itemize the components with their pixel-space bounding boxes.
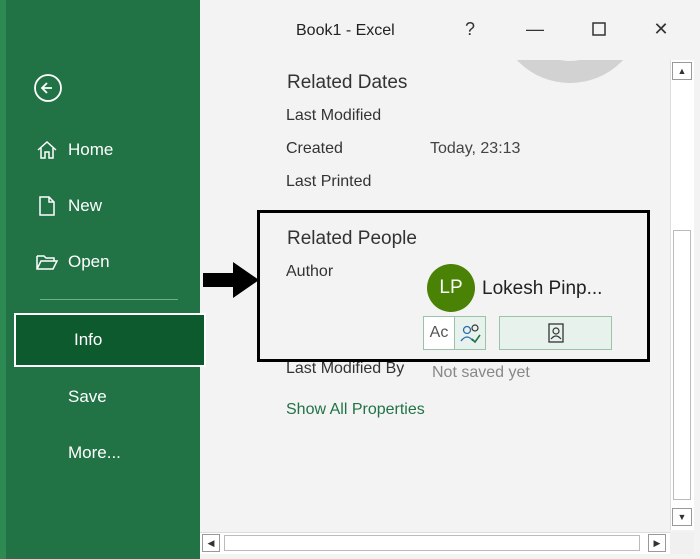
author-label: Author — [286, 263, 334, 280]
back-button[interactable] — [32, 72, 64, 104]
add-author-text: Ac — [429, 324, 449, 341]
info-properties-panel: Related Dates Last Modified Created Toda… — [200, 60, 668, 530]
last-modified-label: Last Modified — [286, 107, 382, 124]
window-title: Book1 - Excel — [296, 22, 395, 39]
folder-open-icon — [34, 249, 60, 275]
restore-button[interactable] — [584, 14, 614, 44]
check-names-icon — [460, 324, 481, 344]
sidebar-item-more[interactable]: More... — [6, 428, 200, 478]
scrollbar-corner — [670, 532, 694, 554]
new-document-icon — [34, 193, 60, 219]
address-book-button[interactable] — [499, 316, 612, 350]
show-all-properties-link[interactable]: Show All Properties — [286, 401, 425, 419]
sidebar-item-label: Save — [68, 387, 107, 406]
scroll-left-button[interactable]: ◀ — [202, 534, 220, 552]
title-bar: Book1 - Excel ? — ✕ — [200, 0, 700, 60]
scroll-right-button[interactable]: ▶ — [648, 534, 666, 552]
sidebar-item-label: New — [68, 196, 103, 215]
sidebar-item-info[interactable]: Info — [14, 313, 206, 367]
sidebar-item-label: Open — [68, 252, 110, 271]
add-author-field[interactable]: Ac — [423, 316, 455, 350]
restore-icon — [592, 22, 606, 36]
sidebar-item-open[interactable]: Open — [6, 237, 200, 287]
last-modified-by-value: Not saved yet — [432, 364, 530, 381]
sidebar-divider — [40, 299, 178, 300]
related-dates-heading: Related Dates — [287, 72, 408, 93]
address-book-icon — [547, 323, 564, 343]
check-names-button[interactable] — [454, 316, 486, 350]
related-people-heading: Related People — [287, 228, 417, 249]
sidebar-item-label: More... — [68, 443, 121, 462]
author-name[interactable]: Lokesh Pinp... — [482, 278, 602, 300]
sidebar-item-save[interactable]: Save — [6, 372, 200, 422]
created-label: Created — [286, 140, 343, 157]
sidebar-item-new[interactable]: New — [6, 181, 200, 231]
vertical-scrollbar[interactable]: ▲ ▼ — [670, 60, 694, 530]
close-button[interactable]: ✕ — [646, 14, 676, 44]
excel-backstage-window: Book1 - Excel ? — ✕ Home New Open Info S… — [0, 0, 700, 559]
vertical-scroll-thumb[interactable] — [673, 230, 691, 500]
last-modified-by-label: Last Modified By — [286, 360, 405, 377]
scroll-down-button[interactable]: ▼ — [672, 508, 692, 526]
horizontal-scroll-thumb[interactable] — [224, 535, 640, 551]
sidebar-item-home[interactable]: Home — [6, 125, 200, 175]
author-avatar[interactable]: LP — [427, 264, 475, 312]
scroll-up-button[interactable]: ▲ — [672, 62, 692, 80]
minimize-button[interactable]: — — [520, 14, 550, 44]
home-icon — [34, 137, 60, 163]
sidebar-item-label: Home — [68, 140, 114, 159]
horizontal-scrollbar[interactable]: ◀ ▶ — [200, 532, 670, 554]
backstage-sidebar: Home New Open Info Save More... — [0, 0, 206, 559]
annotation-arrow-icon — [203, 262, 259, 298]
sidebar-item-label: Info — [74, 330, 103, 349]
help-button[interactable]: ? — [455, 14, 485, 44]
back-arrow-icon — [34, 74, 62, 102]
last-printed-label: Last Printed — [286, 173, 372, 190]
created-value: Today, 23:13 — [430, 140, 521, 157]
